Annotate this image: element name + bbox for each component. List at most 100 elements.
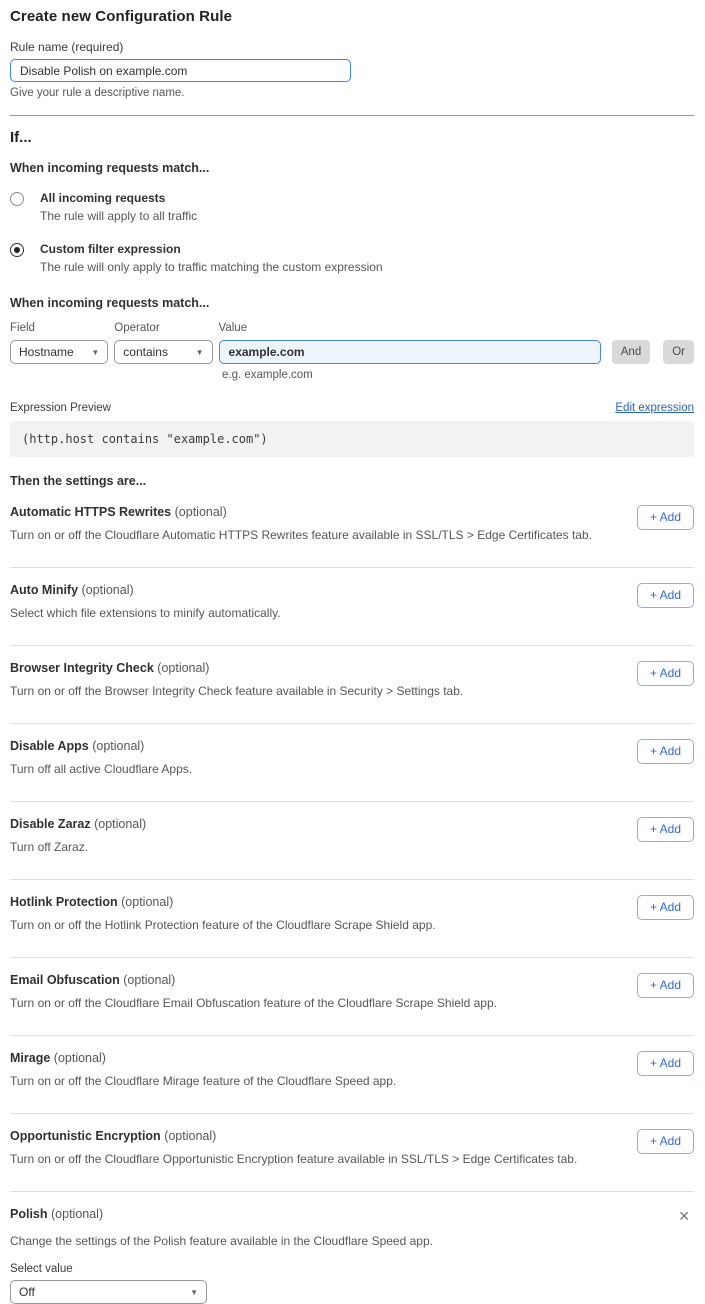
radio-label: Custom filter expression	[40, 242, 383, 256]
polish-select-value: Off	[19, 1285, 35, 1299]
then-heading: Then the settings are...	[10, 474, 694, 488]
setting-name: Browser Integrity Check	[10, 661, 154, 675]
setting-row-mirage: Mirage (optional) Turn on or off the Clo…	[10, 1036, 694, 1114]
setting-description: Turn on or off the Cloudflare Mirage fea…	[10, 1074, 396, 1088]
value-helper: e.g. example.com	[222, 369, 694, 381]
chevron-down-icon: ▼	[190, 1288, 198, 1297]
optional-label: (optional)	[157, 661, 209, 675]
setting-description: Select which file extensions to minify a…	[10, 606, 281, 620]
add-button[interactable]: + Add	[637, 1051, 694, 1076]
setting-name: Opportunistic Encryption	[10, 1129, 161, 1143]
radio-description: The rule will only apply to traffic matc…	[40, 260, 383, 274]
if-heading: If...	[10, 129, 694, 146]
add-button[interactable]: + Add	[637, 817, 694, 842]
setting-title: Mirage (optional)	[10, 1051, 396, 1065]
setting-title: Hotlink Protection (optional)	[10, 895, 436, 909]
setting-title: Disable Zaraz (optional)	[10, 817, 146, 831]
field-select[interactable]: Hostname ▼	[10, 340, 108, 364]
add-button[interactable]: + Add	[637, 1129, 694, 1154]
setting-row-hotlink-protection: Hotlink Protection (optional) Turn on or…	[10, 880, 694, 958]
optional-label: (optional)	[175, 505, 227, 519]
setting-row-opportunistic-encryption: Opportunistic Encryption (optional) Turn…	[10, 1114, 694, 1192]
setting-title: Browser Integrity Check (optional)	[10, 661, 463, 675]
add-button[interactable]: + Add	[637, 505, 694, 530]
radio-option-all-requests[interactable]: All incoming requests The rule will appl…	[10, 191, 694, 223]
radio-label: All incoming requests	[40, 191, 197, 205]
add-button[interactable]: + Add	[637, 583, 694, 608]
setting-title: Automatic HTTPS Rewrites (optional)	[10, 505, 592, 519]
edit-expression-link[interactable]: Edit expression	[615, 402, 694, 414]
setting-title: Email Obfuscation (optional)	[10, 973, 497, 987]
optional-label: (optional)	[51, 1207, 103, 1221]
expression-preview-code: (http.host contains "example.com")	[10, 421, 694, 457]
field-label: Field	[10, 322, 108, 334]
configuration-rule-form: Create new Configuration Rule Rule name …	[0, 0, 705, 1304]
field-select-value: Hostname	[19, 345, 74, 359]
add-button[interactable]: + Add	[637, 661, 694, 686]
optional-label: (optional)	[123, 973, 175, 987]
page-title: Create new Configuration Rule	[10, 8, 694, 25]
polish-value-select[interactable]: Off ▼	[10, 1280, 207, 1304]
setting-name: Mirage	[10, 1051, 50, 1065]
add-button[interactable]: + Add	[637, 739, 694, 764]
setting-row-polish: Polish (optional) ✕ Change the settings …	[10, 1192, 694, 1304]
setting-name: Polish	[10, 1207, 48, 1221]
setting-name: Disable Apps	[10, 739, 89, 753]
setting-name: Auto Minify	[10, 583, 78, 597]
optional-label: (optional)	[54, 1051, 106, 1065]
and-button[interactable]: And	[612, 340, 650, 364]
operator-select[interactable]: contains ▼	[114, 340, 212, 364]
setting-description: Turn off all active Cloudflare Apps.	[10, 762, 192, 776]
radio-description: The rule will apply to all traffic	[40, 209, 197, 223]
expression-builder-row: Field Hostname ▼ Operator contains ▼ Val…	[10, 322, 694, 364]
setting-description: Turn on or off the Browser Integrity Che…	[10, 684, 463, 698]
setting-name: Email Obfuscation	[10, 973, 120, 987]
setting-name: Automatic HTTPS Rewrites	[10, 505, 171, 519]
setting-title: Opportunistic Encryption (optional)	[10, 1129, 577, 1143]
setting-description: Turn on or off the Cloudflare Email Obfu…	[10, 996, 497, 1010]
setting-name: Hotlink Protection	[10, 895, 118, 909]
setting-row-email-obfuscation: Email Obfuscation (optional) Turn on or …	[10, 958, 694, 1036]
radio-option-custom-filter[interactable]: Custom filter expression The rule will o…	[10, 242, 694, 274]
select-value-label: Select value	[10, 1263, 694, 1275]
section-divider	[10, 115, 694, 116]
expression-preview-label: Expression Preview	[10, 402, 111, 414]
rule-name-helper: Give your rule a descriptive name.	[10, 87, 694, 99]
setting-description: Turn on or off the Cloudflare Opportunis…	[10, 1152, 577, 1166]
setting-title: Polish (optional)	[10, 1207, 103, 1221]
or-button[interactable]: Or	[663, 340, 694, 364]
setting-row-automatic-https-rewrites: Automatic HTTPS Rewrites (optional) Turn…	[10, 490, 694, 568]
optional-label: (optional)	[94, 817, 146, 831]
settings-list: Automatic HTTPS Rewrites (optional) Turn…	[10, 490, 694, 1304]
close-icon[interactable]: ✕	[674, 1207, 694, 1225]
setting-description: Turn on or off the Cloudflare Automatic …	[10, 528, 592, 542]
setting-row-browser-integrity-check: Browser Integrity Check (optional) Turn …	[10, 646, 694, 724]
setting-row-disable-zaraz: Disable Zaraz (optional) Turn off Zaraz.…	[10, 802, 694, 880]
add-button[interactable]: + Add	[637, 973, 694, 998]
radio-icon-selected[interactable]	[10, 243, 24, 257]
optional-label: (optional)	[121, 895, 173, 909]
optional-label: (optional)	[92, 739, 144, 753]
request-match-radio-group: All incoming requests The rule will appl…	[10, 191, 694, 274]
setting-title: Disable Apps (optional)	[10, 739, 192, 753]
operator-label: Operator	[114, 322, 212, 334]
rule-name-label: Rule name (required)	[10, 40, 694, 54]
match-heading: When incoming requests match...	[10, 161, 694, 175]
builder-heading: When incoming requests match...	[10, 296, 694, 310]
chevron-down-icon: ▼	[91, 348, 99, 357]
setting-row-auto-minify: Auto Minify (optional) Select which file…	[10, 568, 694, 646]
add-button[interactable]: + Add	[637, 895, 694, 920]
setting-name: Disable Zaraz	[10, 817, 91, 831]
setting-description: Change the settings of the Polish featur…	[10, 1234, 694, 1248]
value-input[interactable]	[219, 340, 601, 364]
radio-icon[interactable]	[10, 192, 24, 206]
value-label: Value	[219, 322, 601, 334]
optional-label: (optional)	[164, 1129, 216, 1143]
chevron-down-icon: ▼	[196, 348, 204, 357]
setting-title: Auto Minify (optional)	[10, 583, 281, 597]
setting-description: Turn off Zaraz.	[10, 840, 146, 854]
setting-description: Turn on or off the Hotlink Protection fe…	[10, 918, 436, 932]
setting-row-disable-apps: Disable Apps (optional) Turn off all act…	[10, 724, 694, 802]
operator-select-value: contains	[123, 345, 168, 359]
rule-name-input[interactable]	[10, 59, 351, 82]
